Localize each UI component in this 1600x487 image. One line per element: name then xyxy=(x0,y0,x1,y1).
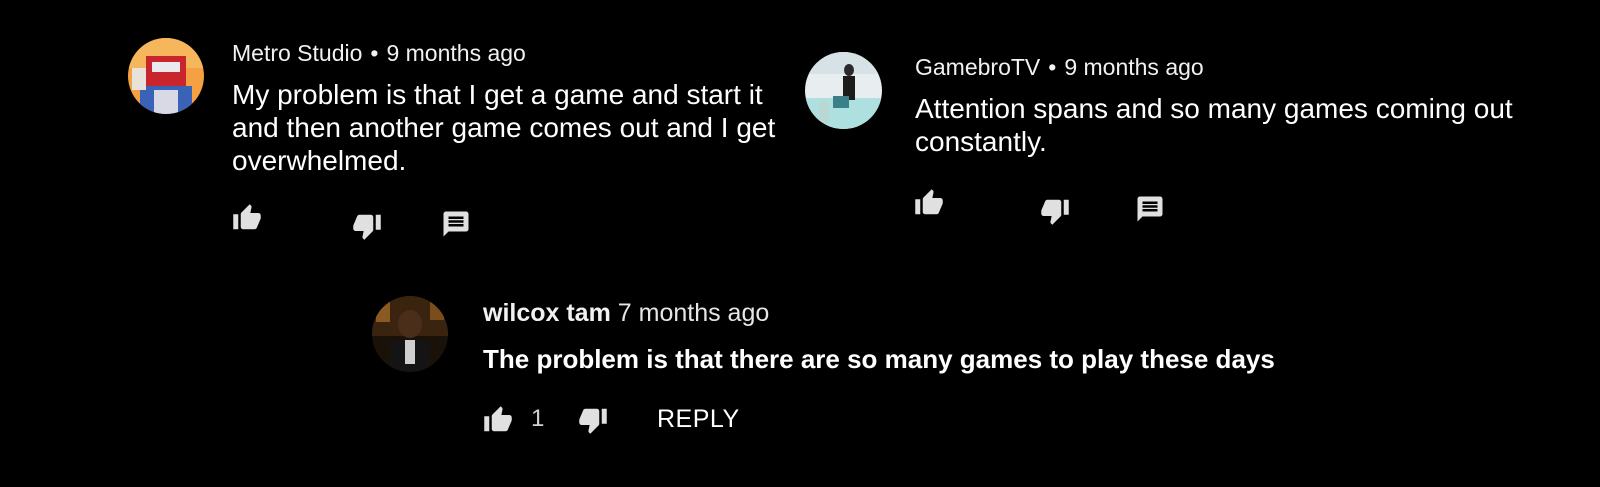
thumb-down-icon[interactable] xyxy=(352,211,382,241)
avatar[interactable] xyxy=(805,52,882,129)
author-name[interactable]: Metro Studio xyxy=(232,40,362,66)
thumb-up-icon[interactable] xyxy=(914,188,944,218)
like-count: 1 xyxy=(531,405,545,432)
reply-button[interactable]: REPLY xyxy=(657,405,740,434)
thumb-down-icon[interactable] xyxy=(578,405,608,435)
reply-icon[interactable] xyxy=(1135,194,1165,224)
thumb-up-icon[interactable] xyxy=(483,405,513,435)
avatar[interactable] xyxy=(128,38,204,114)
avatar[interactable] xyxy=(372,296,448,372)
author-name[interactable]: wilcox tam xyxy=(483,299,611,327)
comment-time[interactable]: 9 months ago xyxy=(1064,54,1203,80)
comment-time[interactable]: 9 months ago xyxy=(386,40,525,66)
reply-icon[interactable] xyxy=(441,209,471,239)
comment-meta: GamebroTV • 9 months ago xyxy=(915,54,1204,81)
comment-time[interactable]: 7 months ago xyxy=(618,299,770,327)
comment-text: My problem is that I get a game and star… xyxy=(232,79,776,176)
comment-meta: wilcox tam 7 months ago xyxy=(483,299,769,328)
comment-text: Attention spans and so many games coming… xyxy=(915,93,1513,157)
thumb-down-icon[interactable] xyxy=(1040,196,1070,226)
comment-meta: Metro Studio • 9 months ago xyxy=(232,40,526,67)
separator-dot: • xyxy=(1048,54,1057,80)
comment-text: The problem is that there are so many ga… xyxy=(483,344,1275,374)
author-name[interactable]: GamebroTV xyxy=(915,54,1040,80)
thumb-up-icon[interactable] xyxy=(232,203,262,233)
separator-dot: • xyxy=(370,40,379,66)
